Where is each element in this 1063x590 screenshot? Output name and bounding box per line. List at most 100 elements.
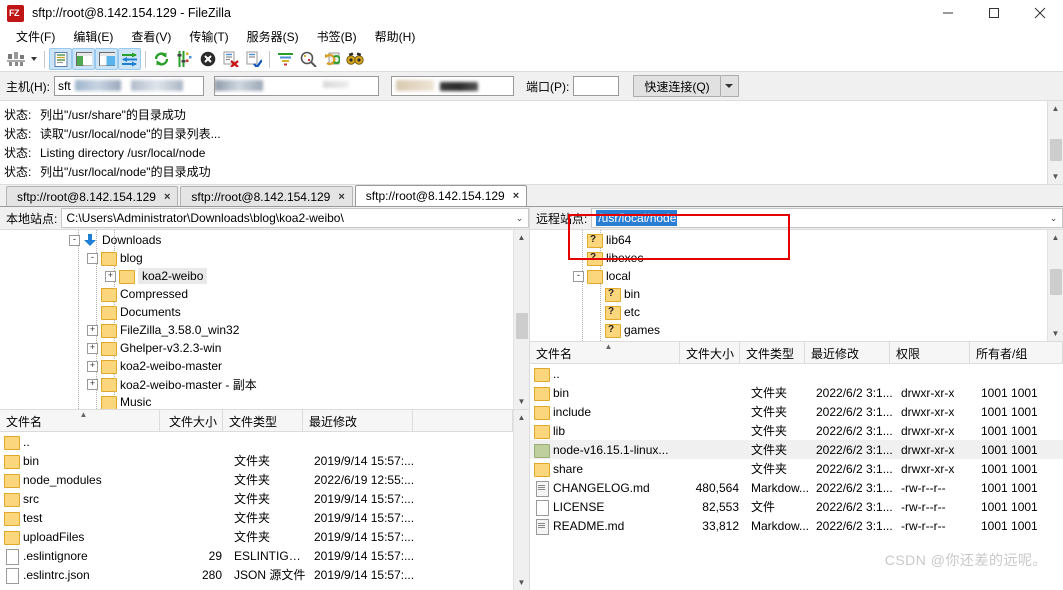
- expander-icon[interactable]: +: [87, 360, 98, 372]
- menu-item-view[interactable]: 查看(V): [122, 27, 180, 47]
- site-manager-icon[interactable]: [4, 48, 27, 70]
- expander-icon[interactable]: -: [69, 234, 80, 246]
- column-header-modified[interactable]: 最近修改: [805, 342, 890, 363]
- refresh-icon[interactable]: [150, 48, 173, 70]
- reconnect-icon[interactable]: [242, 48, 265, 70]
- local-list-item-eslintignore[interactable]: .eslintignore 29 ESLINTIGNORE ... 2019/9…: [0, 546, 513, 565]
- local-tree-node-ghelper[interactable]: + Ghelper-v3.2.3-win: [0, 339, 513, 357]
- menu-item-bookmarks[interactable]: 书签(B): [308, 27, 366, 47]
- local-list-item-bin[interactable]: bin 文件夹 2019/9/14 15:57:...: [0, 451, 513, 470]
- scroll-up-icon[interactable]: ▲: [1048, 230, 1063, 245]
- local-site-dropdown-icon[interactable]: ⌄: [511, 208, 529, 228]
- close-icon[interactable]: ×: [164, 191, 170, 203]
- scroll-down-icon[interactable]: ▼: [514, 575, 530, 590]
- quickconnect-button[interactable]: 快速连接(Q): [633, 75, 721, 97]
- remote-directory-tree[interactable]: lib64 libexec - local: [530, 229, 1063, 341]
- host-input[interactable]: sft: [54, 76, 204, 96]
- remote-list-item-share[interactable]: share 文件夹 2022/6/2 3:1... drwxr-xr-x 100…: [530, 459, 1063, 478]
- column-header-filename[interactable]: 文件名 ▲: [0, 410, 160, 431]
- menu-item-transfer[interactable]: 传输(T): [180, 27, 237, 47]
- column-header-modified[interactable]: 最近修改: [303, 410, 413, 431]
- scroll-down-icon[interactable]: ▼: [514, 394, 530, 409]
- local-list-item-uploadfiles[interactable]: uploadFiles 文件夹 2019/9/14 15:57:...: [0, 527, 513, 546]
- close-icon[interactable]: ×: [338, 191, 344, 203]
- filter-icon[interactable]: [274, 48, 297, 70]
- remote-tree-node-libexec[interactable]: libexec: [530, 249, 1047, 267]
- expander-icon[interactable]: -: [87, 252, 98, 264]
- scrollbar-thumb[interactable]: [1049, 269, 1062, 295]
- scroll-up-icon[interactable]: ▲: [514, 410, 530, 425]
- expander-icon[interactable]: +: [87, 378, 98, 390]
- password-input[interactable]: [391, 76, 514, 96]
- chevron-down-icon[interactable]: [720, 75, 739, 97]
- remote-tree-node-lib64[interactable]: lib64: [530, 231, 1047, 249]
- column-header-filetype[interactable]: 文件类型: [740, 342, 805, 363]
- expander-icon[interactable]: +: [105, 270, 116, 282]
- maximize-button[interactable]: [971, 0, 1017, 26]
- menu-item-file[interactable]: 文件(F): [7, 27, 64, 47]
- remote-tree-scrollbar[interactable]: ▲ ▼: [1047, 230, 1063, 341]
- cancel-icon[interactable]: [196, 48, 219, 70]
- local-tree-items[interactable]: - Downloads - blog + koa2-weibo Compress…: [0, 230, 513, 409]
- remote-tree-node-local[interactable]: - local: [530, 267, 1047, 285]
- site-manager-dropdown-icon[interactable]: [27, 48, 40, 70]
- column-header-filename[interactable]: 文件名 ▲: [530, 342, 680, 363]
- scrollbar-track[interactable]: [514, 425, 530, 575]
- port-input[interactable]: [573, 76, 620, 96]
- scrollbar-thumb[interactable]: [515, 313, 528, 339]
- toggle-transfer-queue-icon[interactable]: [118, 48, 141, 70]
- message-log-scrollbar[interactable]: ▲ ▼: [1047, 101, 1063, 184]
- local-file-list-body[interactable]: 文件名 ▲ 文件大小 文件类型 最近修改 .. bin 文件夹 2019/9/1…: [0, 410, 513, 590]
- local-tree-node-koa2-weibo-master-copy[interactable]: + koa2-weibo-master - 副本: [0, 375, 513, 393]
- local-site-input[interactable]: C:\Users\Administrator\Downloads\blog\ko…: [61, 208, 511, 228]
- local-list-item-eslintrc[interactable]: .eslintrc.json 280 JSON 源文件 2019/9/14 15…: [0, 565, 513, 584]
- expander-icon[interactable]: +: [87, 324, 98, 336]
- connection-tab-1[interactable]: sftp://root@8.142.154.129 ×: [6, 186, 179, 206]
- remote-list-item-bin[interactable]: bin 文件夹 2022/6/2 3:1... drwxr-xr-x 1001 …: [530, 383, 1063, 402]
- local-tree-node-koa2-weibo-master[interactable]: + koa2-weibo-master: [0, 357, 513, 375]
- local-list-item-test[interactable]: test 文件夹 2019/9/14 15:57:...: [0, 508, 513, 527]
- local-tree-node-downloads[interactable]: - Downloads: [0, 231, 513, 249]
- menu-item-server[interactable]: 服务器(S): [238, 27, 308, 47]
- local-tree-scrollbar[interactable]: ▲ ▼: [513, 230, 529, 409]
- find-files-icon[interactable]: [343, 48, 366, 70]
- remote-list-item-parent[interactable]: ..: [530, 364, 1063, 383]
- remote-list-item-readme[interactable]: README.md 33,812 Markdow... 2022/6/2 3:1…: [530, 516, 1063, 535]
- remote-list-item-lib[interactable]: lib 文件夹 2022/6/2 3:1... drwxr-xr-x 1001 …: [530, 421, 1063, 440]
- local-directory-tree[interactable]: - Downloads - blog + koa2-weibo Compress…: [0, 229, 529, 409]
- toggle-remote-tree-icon[interactable]: [95, 48, 118, 70]
- local-tree-node-documents[interactable]: Documents: [0, 303, 513, 321]
- directory-comparison-icon[interactable]: [297, 48, 320, 70]
- synchronized-browsing-icon[interactable]: [320, 48, 343, 70]
- process-queue-icon[interactable]: [173, 48, 196, 70]
- local-list-scrollbar[interactable]: ▲ ▼: [513, 410, 529, 590]
- scroll-up-icon[interactable]: ▲: [1048, 101, 1063, 116]
- local-tree-node-compressed[interactable]: Compressed: [0, 285, 513, 303]
- toggle-message-log-icon[interactable]: [49, 48, 72, 70]
- connection-tab-3[interactable]: sftp://root@8.142.154.129 ×: [354, 185, 528, 206]
- menu-item-edit[interactable]: 编辑(E): [64, 27, 122, 47]
- column-header-filesize[interactable]: 文件大小: [160, 410, 223, 431]
- remote-site-dropdown-icon[interactable]: ⌄: [1045, 208, 1063, 228]
- local-list-item-node-modules[interactable]: node_modules 文件夹 2022/6/19 12:55:...: [0, 470, 513, 489]
- local-tree-node-music[interactable]: Music: [0, 393, 513, 409]
- disconnect-icon[interactable]: [219, 48, 242, 70]
- remote-list-item-include[interactable]: include 文件夹 2022/6/2 3:1... drwxr-xr-x 1…: [530, 402, 1063, 421]
- close-icon[interactable]: ×: [513, 190, 519, 202]
- remote-list-item-changelog[interactable]: CHANGELOG.md 480,564 Markdow... 2022/6/2…: [530, 478, 1063, 497]
- remote-tree-node-etc[interactable]: etc: [530, 303, 1047, 321]
- close-button[interactable]: [1017, 0, 1063, 26]
- scrollbar-thumb[interactable]: [1049, 138, 1062, 161]
- remote-tree-node-bin[interactable]: bin: [530, 285, 1047, 303]
- local-tree-node-koa2-weibo[interactable]: + koa2-weibo: [0, 267, 513, 285]
- remote-site-input[interactable]: /usr/local/node: [591, 208, 1045, 228]
- local-tree-node-blog[interactable]: - blog: [0, 249, 513, 267]
- remote-tree-items[interactable]: lib64 libexec - local: [530, 230, 1047, 341]
- column-header-extra[interactable]: [413, 410, 513, 431]
- toggle-local-tree-icon[interactable]: [72, 48, 95, 70]
- scrollbar-track[interactable]: [514, 245, 530, 394]
- scroll-down-icon[interactable]: ▼: [1048, 326, 1063, 341]
- column-header-filetype[interactable]: 文件类型: [223, 410, 303, 431]
- remote-list-item-license[interactable]: LICENSE 82,553 文件 2022/6/2 3:1... -rw-r-…: [530, 497, 1063, 516]
- username-input[interactable]: [214, 76, 379, 96]
